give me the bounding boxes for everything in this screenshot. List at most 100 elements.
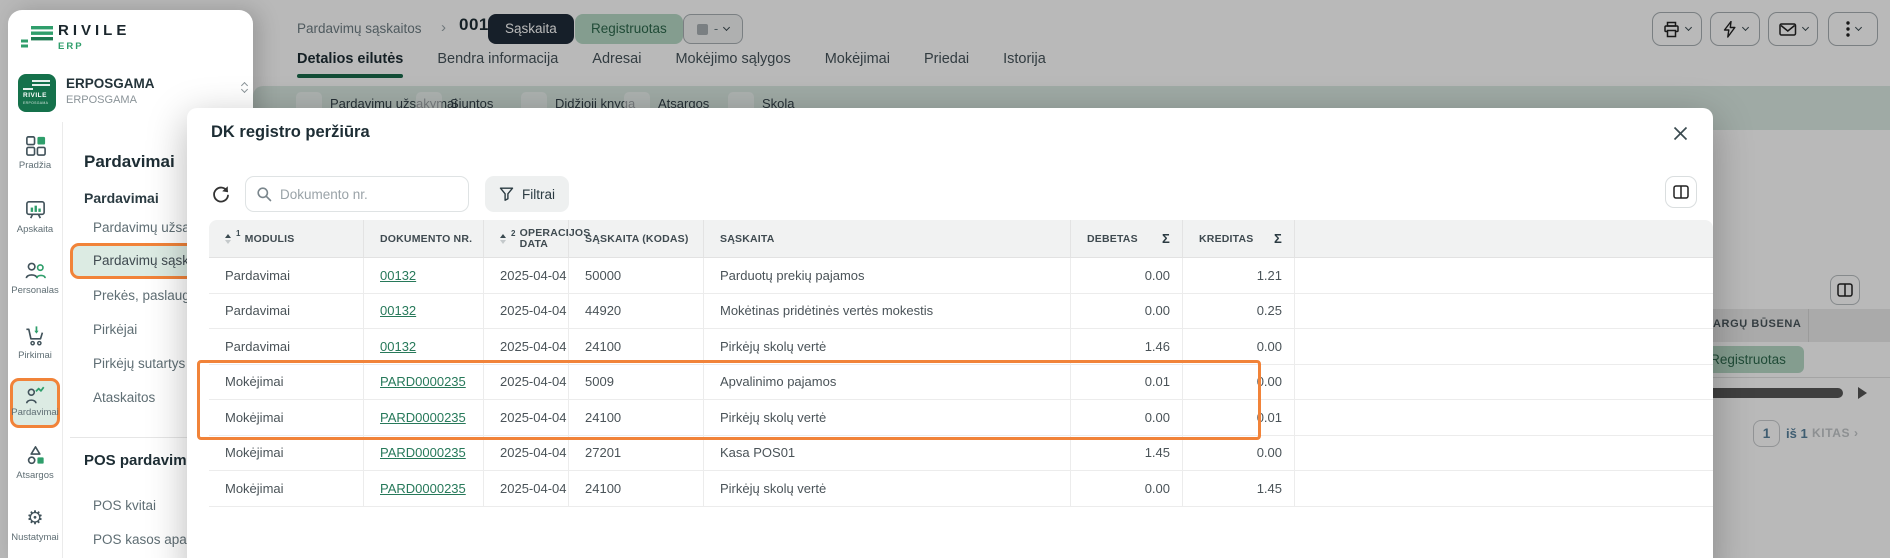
close-icon[interactable] (1673, 126, 1689, 142)
columns-icon (1673, 185, 1689, 199)
cell-saskaita: Pirkėjų skolų vertė (704, 400, 1071, 435)
document-link[interactable]: PARD0000235 (380, 374, 466, 389)
cell-dokumento-nr: PARD0000235 (364, 400, 484, 435)
document-link[interactable]: 00132 (380, 339, 416, 354)
cell-filler (1295, 471, 1713, 506)
cell-dokumento-nr: PARD0000235 (364, 436, 484, 471)
table-header-row: 1 MODULIS DOKUMENTO NR. 2 OPERACIJOS DAT… (209, 220, 1713, 258)
rail-item-label: Apskaita (17, 224, 53, 235)
cell-kreditas: 1.21 (1183, 258, 1295, 293)
cell-saskaita: Pirkėjų skolų vertė (704, 329, 1071, 364)
cell-modulis: Pardavimai (209, 258, 364, 293)
header-kreditas[interactable]: KREDITAS Σ (1183, 220, 1295, 257)
cell-kreditas: 0.00 (1183, 365, 1295, 400)
cell-operacijos-data: 2025-04-04 (484, 436, 569, 471)
sum-icon[interactable]: Σ (1274, 231, 1282, 246)
cell-operacijos-data: 2025-04-04 (484, 400, 569, 435)
highlight-box-sidebar-item: Pardavimų sąskaitos (70, 243, 206, 279)
table-row-highlighted: Mokėjimai PARD0000235 2025-04-04 24100 P… (209, 400, 1713, 436)
header-operacijos-data[interactable]: 2 OPERACIJOS DATA (484, 220, 569, 257)
search-icon (256, 186, 272, 202)
table-row: Pardavimai 00132 2025-04-04 44920 Mokėti… (209, 294, 1713, 330)
cell-debetas: 1.45 (1071, 436, 1183, 471)
cell-saskaita: Pirkėjų skolų vertė (704, 471, 1071, 506)
document-search[interactable] (245, 176, 469, 212)
cell-filler (1295, 365, 1713, 400)
funnel-icon (499, 187, 514, 201)
app-root: Pardavimų sąskaitos › 00132 Sąskaita Reg… (0, 0, 1890, 558)
table-row-highlighted: Mokėjimai PARD0000235 2025-04-04 5009 Ap… (209, 365, 1713, 401)
cell-saskaita: Kasa POS01 (704, 436, 1071, 471)
table-row: Pardavimai 00132 2025-04-04 50000 Parduo… (209, 258, 1713, 294)
cell-dokumento-nr: 00132 (364, 294, 484, 329)
document-link[interactable]: PARD0000235 (380, 445, 466, 460)
document-link[interactable]: PARD0000235 (380, 410, 466, 425)
rail-item-personalas[interactable]: Personalas (11, 259, 59, 296)
table-row: Mokėjimai PARD0000235 2025-04-04 24100 P… (209, 471, 1713, 507)
workspace-switcher[interactable] (242, 86, 247, 92)
cell-filler (1295, 329, 1713, 364)
refresh-icon[interactable] (211, 184, 231, 204)
rail-item-label: Pradžia (19, 160, 51, 171)
cell-saskaita-kodas: 44920 (569, 294, 704, 329)
document-link[interactable]: PARD0000235 (380, 481, 466, 496)
cell-debetas: 0.00 (1071, 400, 1183, 435)
cell-kreditas: 0.01 (1183, 400, 1295, 435)
cell-saskaita-kodas: 27201 (569, 436, 704, 471)
cell-debetas: 0.00 (1071, 471, 1183, 506)
gear-icon: ⚙ (26, 509, 43, 529)
shapes-icon (24, 444, 47, 467)
chevron-down-icon (241, 86, 248, 93)
rail-item-pirkimai[interactable]: Pirkimai (11, 324, 59, 361)
search-input[interactable] (280, 187, 450, 202)
workspace-tile-sub: ERPOSGAMA (23, 101, 48, 105)
rail-item-label: Pirkimai (18, 350, 52, 361)
filter-button[interactable]: Filtrai (485, 176, 569, 212)
rail-item-nustatymai[interactable]: ⚙ Nustatymai (11, 509, 59, 543)
workspace-name[interactable]: ERPOSGAMA (66, 76, 155, 91)
header-label: DEBETAS (1087, 233, 1138, 245)
table-row: Pardavimai 00132 2025-04-04 24100 Pirkėj… (209, 329, 1713, 365)
cell-operacijos-data: 2025-04-04 (484, 365, 569, 400)
header-label: MODULIS (245, 233, 295, 245)
rail-item-label: Personalas (11, 285, 59, 296)
cell-saskaita-kodas: 24100 (569, 400, 704, 435)
cell-saskaita: Mokėtinas pridėtinės vertės mokestis (704, 294, 1071, 329)
sidebar-section-label: Pardavimai (84, 190, 159, 206)
rail-item-label: Atsargos (16, 470, 54, 481)
cell-modulis: Pardavimai (209, 329, 364, 364)
column-settings-button[interactable] (1665, 176, 1697, 208)
header-debetas[interactable]: DEBETAS Σ (1071, 220, 1183, 257)
rivile-logo-icon[interactable] (20, 24, 56, 52)
header-saskaita[interactable]: SĄSKAITA (704, 220, 1071, 257)
document-link[interactable]: 00132 (380, 268, 416, 283)
header-filler (1295, 220, 1713, 257)
brand-product: ERP (58, 41, 84, 52)
rail-item-atsargos[interactable]: Atsargos (11, 444, 59, 481)
cell-filler (1295, 400, 1713, 435)
header-label: SĄSKAITA (720, 233, 775, 245)
document-link[interactable]: 00132 (380, 303, 416, 318)
rail-item-pardavimai-active[interactable]: Pardavimai (10, 378, 60, 428)
sort-priority: 2 (511, 228, 516, 239)
cell-kreditas: 0.25 (1183, 294, 1295, 329)
cell-modulis: Mokėjimai (209, 471, 364, 506)
rail-item-pradzia[interactable]: Pradžia (11, 134, 59, 171)
header-modulis[interactable]: 1 MODULIS (209, 220, 364, 257)
rail-item-apskaita[interactable]: Apskaita (11, 198, 59, 235)
cell-saskaita-kodas: 5009 (569, 365, 704, 400)
cell-saskaita-kodas: 24100 (569, 329, 704, 364)
cell-filler (1295, 294, 1713, 329)
filter-button-label: Filtrai (522, 187, 555, 202)
cell-operacijos-data: 2025-04-04 (484, 471, 569, 506)
cell-dokumento-nr: PARD0000235 (364, 365, 484, 400)
sum-icon[interactable]: Σ (1162, 231, 1170, 246)
rail-item-label: Pardavimai (11, 407, 59, 418)
brand-name: RIVILE (58, 22, 130, 39)
sort-priority: 1 (236, 229, 241, 238)
header-saskaita-kodas[interactable]: SĄSKAITA (KODAS) (569, 220, 704, 257)
cell-dokumento-nr: 00132 (364, 329, 484, 364)
cell-debetas: 1.46 (1071, 329, 1183, 364)
header-label: DOKUMENTO NR. (380, 233, 472, 245)
header-dokumento-nr[interactable]: DOKUMENTO NR. (364, 220, 484, 257)
